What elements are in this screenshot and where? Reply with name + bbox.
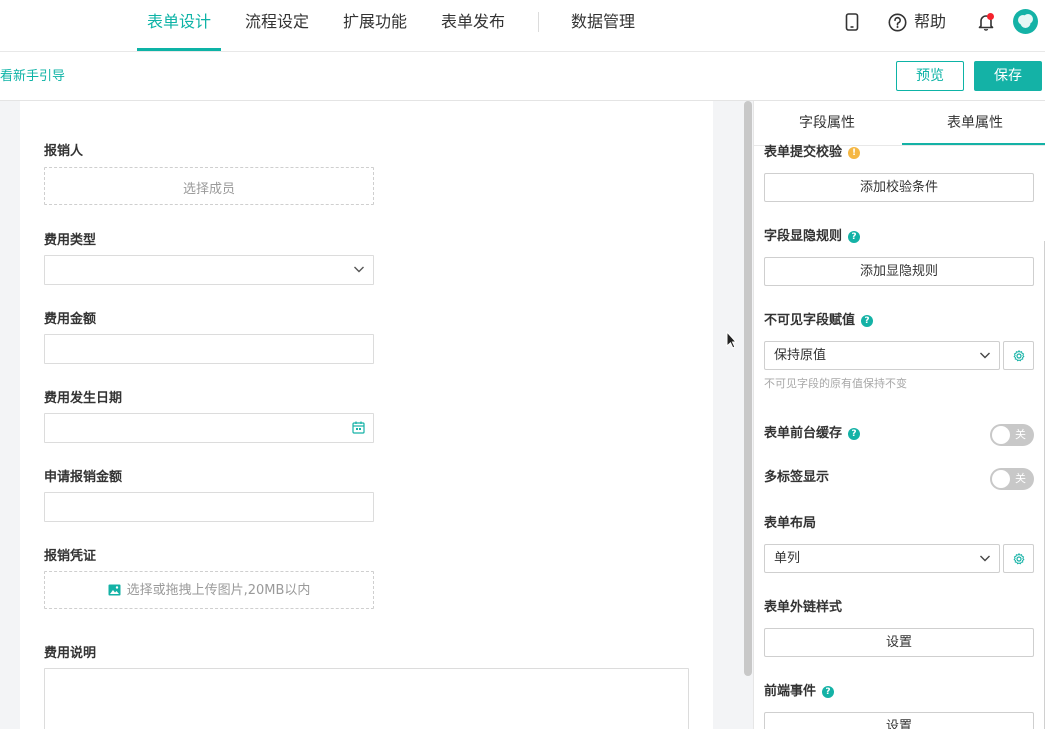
layout-select[interactable]: 单列	[764, 544, 1000, 573]
avatar[interactable]	[1013, 9, 1038, 34]
chevron-down-icon	[353, 263, 365, 279]
field-label-claim-amount: 申请报销金额	[44, 470, 123, 485]
image-upload-area[interactable]: 选择或拖拽上传图片,20MB以内	[44, 571, 374, 609]
notification-dot	[987, 13, 994, 20]
invisible-value-section: 不可见字段赋值?	[764, 313, 874, 329]
upload-placeholder: 选择或拖拽上传图片,20MB以内	[126, 583, 311, 598]
front-cache-state: 关	[1015, 428, 1026, 441]
invisible-value-hint: 不可见字段的原有值保持不变	[764, 377, 907, 390]
preview-button[interactable]: 预览	[896, 61, 964, 91]
invisible-value-selected: 保持原值	[774, 348, 827, 363]
help-icon[interactable]: ?	[861, 315, 874, 327]
field-label-expense-note: 费用说明	[44, 646, 97, 661]
action-bar: 看新手引导 预览 保存	[0, 52, 1045, 101]
image-icon	[108, 584, 121, 602]
warning-icon[interactable]: !	[848, 147, 861, 159]
tab-extensions[interactable]: 扩展功能	[334, 0, 416, 51]
field-label-expense-type: 费用类型	[44, 233, 97, 248]
nav-divider	[538, 12, 539, 32]
mobile-icon[interactable]	[843, 10, 861, 34]
tab-form-publish[interactable]: 表单发布	[432, 0, 514, 51]
member-picker-placeholder: 选择成员	[182, 182, 235, 197]
front-cache-title: 表单前台缓存	[764, 426, 843, 441]
gear-icon[interactable]	[1003, 544, 1034, 573]
field-label-expense-amount: 费用金额	[44, 312, 97, 327]
add-visibility-rule-button[interactable]: 添加显隐规则	[764, 257, 1034, 286]
expense-amount-input[interactable]	[44, 334, 374, 364]
expense-date-input[interactable]	[44, 413, 374, 443]
multi-tab-toggle[interactable]: 关	[990, 468, 1034, 490]
canvas-scrollbar[interactable]	[744, 101, 752, 676]
help-icon[interactable]: ?	[822, 686, 835, 698]
calendar-icon	[352, 421, 365, 438]
multi-tab-title: 多标签显示	[764, 470, 830, 485]
external-style-section: 表单外链样式	[764, 600, 842, 616]
front-cache-section: 表单前台缓存?	[764, 426, 861, 442]
frontend-event-title: 前端事件	[764, 684, 817, 699]
mouse-cursor-icon	[726, 330, 738, 353]
help-icon[interactable]: ?	[848, 428, 861, 440]
frontend-event-settings-button[interactable]: 设置	[764, 712, 1034, 729]
external-style-title: 表单外链样式	[764, 600, 843, 615]
form-canvas: 报销人 选择成员 费用类型 费用金额 费用发生日期 申请报销金额 报销凭证 选择…	[20, 101, 713, 729]
multi-tab-section: 多标签显示	[764, 470, 829, 486]
invisible-value-select[interactable]: 保持原值	[764, 341, 1000, 370]
tab-form-properties[interactable]: 表单属性	[902, 101, 1045, 146]
guide-link[interactable]: 看新手引导	[0, 68, 65, 86]
tab-form-design[interactable]: 表单设计	[137, 0, 221, 51]
layout-section: 表单布局	[764, 516, 816, 532]
front-cache-toggle[interactable]: 关	[990, 424, 1034, 446]
field-label-expense-date: 费用发生日期	[44, 391, 123, 406]
frontend-event-section: 前端事件?	[764, 684, 835, 700]
visibility-rule-section: 字段显隐规则?	[764, 229, 861, 245]
field-label-receipt: 报销凭证	[44, 549, 97, 564]
help-icon[interactable]	[887, 10, 907, 34]
layout-selected: 单列	[774, 551, 801, 566]
help-label[interactable]: 帮助	[914, 10, 946, 34]
properties-panel: 字段属性 表单属性 表单提交校验! 添加校验条件 字段显隐规则? 添加显隐规则 …	[753, 101, 1045, 729]
field-label-applicant: 报销人	[44, 144, 84, 159]
add-check-condition-button[interactable]: 添加校验条件	[764, 173, 1034, 202]
chevron-down-icon	[979, 552, 991, 564]
gear-icon[interactable]	[1003, 341, 1034, 370]
expense-type-select[interactable]	[44, 255, 374, 285]
toggle-knob	[992, 470, 1010, 488]
submit-check-title: 表单提交校验	[764, 145, 843, 160]
tab-process-settings[interactable]: 流程设定	[236, 0, 318, 51]
tab-data-management[interactable]: 数据管理	[562, 0, 644, 51]
chevron-down-icon	[979, 349, 991, 361]
toggle-knob	[992, 426, 1010, 444]
help-icon[interactable]: ?	[848, 231, 861, 243]
layout-title: 表单布局	[764, 516, 817, 531]
top-nav: 表单设计 流程设定 扩展功能 表单发布 数据管理 帮助	[0, 0, 1045, 52]
submit-check-section: 表单提交校验!	[764, 145, 861, 161]
multi-tab-state: 关	[1015, 472, 1026, 485]
expense-note-textarea[interactable]	[44, 668, 689, 729]
external-style-settings-button[interactable]: 设置	[764, 628, 1034, 657]
invisible-value-title: 不可见字段赋值	[764, 313, 856, 328]
tab-field-properties[interactable]: 字段属性	[754, 101, 900, 145]
visibility-rule-title: 字段显隐规则	[764, 229, 843, 244]
member-picker[interactable]: 选择成员	[44, 167, 374, 205]
claim-amount-input[interactable]	[44, 492, 374, 522]
save-button[interactable]: 保存	[974, 61, 1042, 91]
